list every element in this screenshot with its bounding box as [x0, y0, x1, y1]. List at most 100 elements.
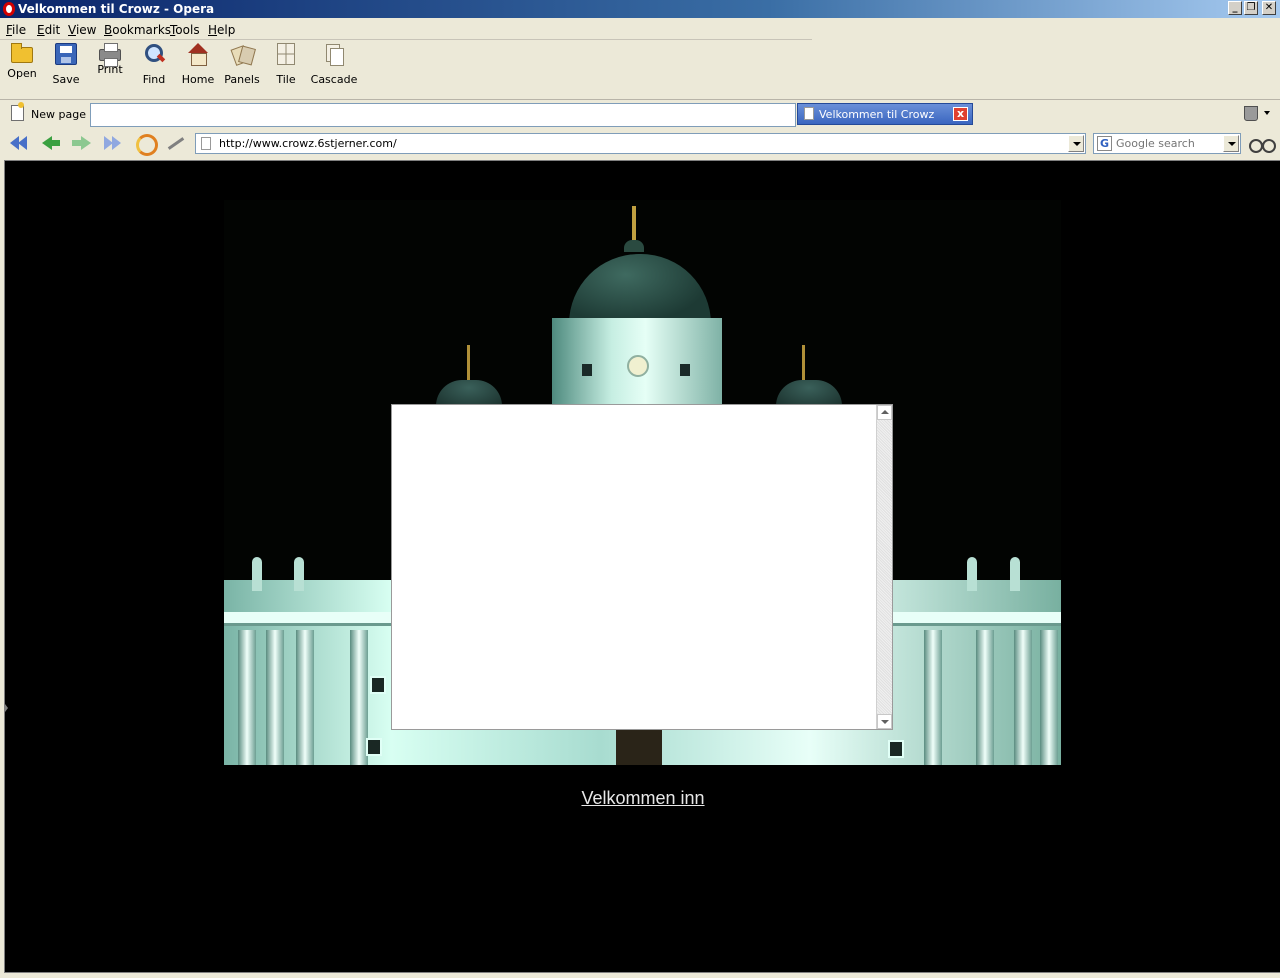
column	[1040, 630, 1058, 765]
address-field[interactable]: http://www.crowz.6stjerner.com/	[195, 133, 1086, 154]
column	[266, 630, 284, 765]
menu-edit-accel: E	[37, 23, 45, 37]
page-icon	[804, 107, 814, 120]
back-button[interactable]	[40, 133, 62, 153]
embedded-frame[interactable]	[391, 404, 893, 730]
save-label: Save	[52, 73, 80, 86]
window-bottom-border	[0, 973, 1280, 978]
forward-button[interactable]	[70, 133, 92, 153]
tile-windows-icon	[277, 43, 295, 65]
drum-window	[680, 364, 690, 376]
statue	[1010, 557, 1020, 591]
forward-arrow-icon	[81, 136, 91, 150]
new-page-icon	[11, 102, 24, 121]
panels-button[interactable]: Panels	[220, 43, 264, 87]
opera-logo-icon	[3, 2, 15, 16]
menu-tools[interactable]: Tools	[170, 23, 200, 37]
panels-label: Panels	[224, 73, 260, 86]
search-field[interactable]: G	[1093, 133, 1241, 154]
menu-help-label: elp	[217, 23, 236, 37]
back-arrow-shaft	[51, 140, 60, 146]
address-dropdown-icon[interactable]	[1068, 135, 1084, 152]
reload-button[interactable]	[134, 133, 158, 156]
google-icon[interactable]: G	[1097, 136, 1112, 151]
trash-dropdown-icon[interactable]	[1264, 111, 1270, 115]
facade-window	[370, 676, 386, 694]
rewind-button[interactable]	[8, 133, 30, 153]
tile-button[interactable]: Tile	[264, 43, 308, 87]
cathedral-door	[616, 730, 662, 765]
tab-label: Velkommen til Crowz	[819, 108, 935, 121]
restore-button[interactable]: ❐	[1244, 1, 1258, 15]
save-button[interactable]: Save	[44, 43, 88, 87]
cascade-label: Cascade	[310, 73, 358, 86]
tile-label: Tile	[276, 73, 296, 86]
tab-strip	[90, 103, 796, 127]
address-value: http://www.crowz.6stjerner.com/	[219, 137, 397, 150]
frame-scrollbar[interactable]	[876, 405, 892, 729]
column	[296, 630, 314, 765]
floppy-disk-icon	[55, 43, 77, 65]
cascade-windows-icon	[323, 43, 345, 66]
home-label: Home	[181, 73, 215, 86]
menu-view-label: iew	[75, 23, 97, 37]
menu-help[interactable]: Help	[208, 23, 235, 37]
forward-arrow-shaft	[72, 140, 81, 146]
window-title-bar: Velkommen til Crowz - Opera _ ❐ ✕	[0, 0, 1280, 18]
right-small-dome	[776, 380, 842, 406]
printer-icon	[99, 43, 121, 67]
facade-window	[366, 738, 382, 756]
folder-icon	[11, 43, 33, 63]
menu-bookmarks-accel: B	[104, 23, 113, 37]
menu-bookmarks[interactable]: Bookmarks	[104, 23, 171, 37]
close-window-button[interactable]: ✕	[1262, 1, 1276, 15]
print-button[interactable]: Print	[88, 43, 132, 87]
scroll-up-icon[interactable]	[877, 405, 892, 420]
panels-icon	[231, 43, 253, 65]
fast-forward-button[interactable]	[102, 133, 124, 153]
new-page-label: New page	[31, 108, 86, 121]
toolbar-empty-area	[812, 19, 1280, 99]
statue	[252, 557, 262, 591]
search-dropdown-icon[interactable]	[1223, 135, 1239, 152]
page-content: Velkommen inn	[4, 160, 1280, 973]
menu-file-label: ile	[12, 23, 27, 37]
house-icon	[187, 43, 209, 66]
trash-icon[interactable]	[1244, 106, 1258, 121]
window-title: Velkommen til Crowz - Opera	[18, 2, 215, 16]
open-label: Open	[7, 67, 37, 80]
rewind-icon-part	[18, 136, 27, 150]
scroll-down-icon[interactable]	[877, 714, 892, 729]
menu-edit-label: dit	[44, 23, 61, 37]
menu-file[interactable]: File	[6, 23, 26, 37]
menu-bookmarks-label: ookmarks	[112, 23, 172, 37]
search-input[interactable]	[1116, 136, 1220, 151]
menu-help-accel: H	[208, 23, 218, 37]
menu-tools-label: ools	[175, 23, 200, 37]
magnifier-icon	[143, 43, 165, 65]
menu-edit[interactable]: Edit	[37, 23, 60, 37]
panel-grip-icon[interactable]	[5, 704, 8, 712]
tab-velkommen-til-crowz[interactable]: Velkommen til Crowz x	[797, 103, 973, 125]
facade-window	[888, 740, 904, 758]
open-button[interactable]: Open	[0, 43, 44, 87]
minimize-button[interactable]: _	[1228, 1, 1242, 15]
glasses-icon[interactable]	[1249, 135, 1276, 153]
menu-view-accel: V	[68, 23, 76, 37]
lantern	[624, 240, 644, 252]
statue	[967, 557, 977, 591]
menu-view[interactable]: View	[68, 23, 96, 37]
menu-bar: File Edit View Bookmarks Tools Help	[0, 19, 812, 40]
drum-window	[582, 364, 592, 376]
cascade-button[interactable]: Cascade	[310, 43, 358, 87]
home-button[interactable]: Home	[176, 43, 220, 87]
clock-face	[627, 355, 649, 377]
page-icon	[201, 137, 211, 150]
fast-forward-icon-part	[112, 136, 121, 150]
welcome-link[interactable]: Velkommen inn	[5, 788, 1280, 809]
find-button[interactable]: Find	[132, 43, 176, 87]
small-spire	[467, 345, 470, 381]
close-tab-icon[interactable]: x	[953, 107, 968, 121]
column	[924, 630, 942, 765]
wand-button[interactable]	[165, 133, 187, 153]
